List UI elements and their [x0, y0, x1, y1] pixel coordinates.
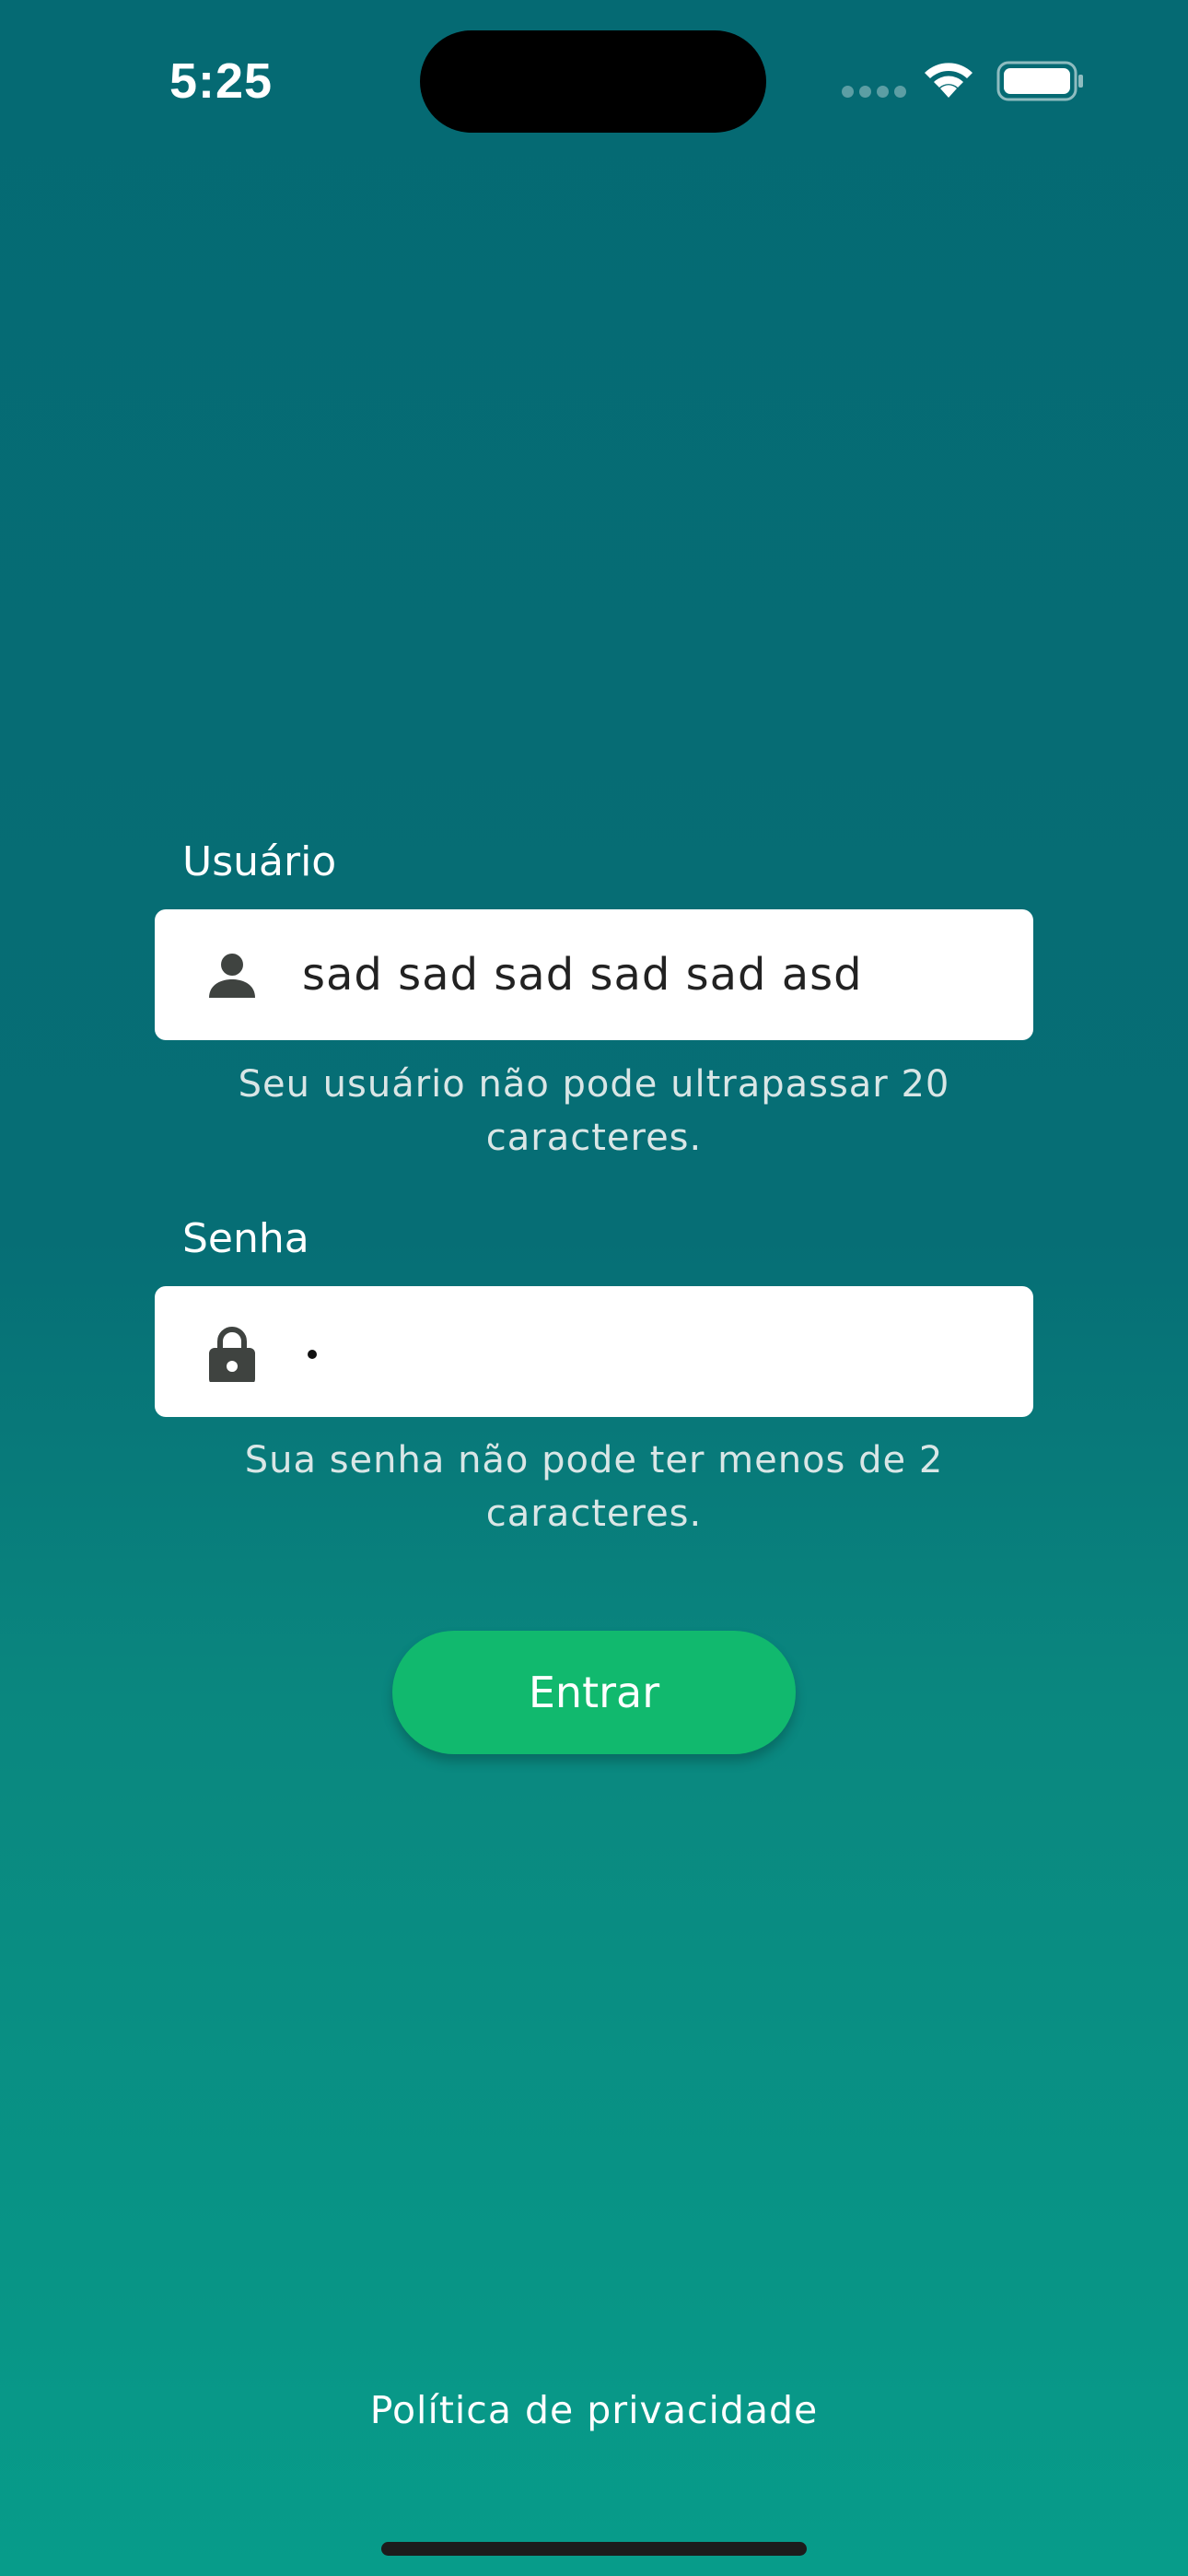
privacy-policy-link[interactable]: Política de privacidade: [0, 2383, 1188, 2438]
username-label: Usuário: [182, 838, 337, 885]
login-button[interactable]: Entrar: [392, 1631, 796, 1754]
password-label: Senha: [182, 1215, 309, 1262]
password-error: Sua senha não pode ter menos de 2 caract…: [244, 1439, 944, 1535]
username-value: sad sad sad sad sad asd: [302, 949, 863, 1001]
cellular-signal-icon: [842, 86, 906, 99]
lock-icon: [209, 1327, 255, 1382]
status-bar: 5:25: [0, 0, 1188, 157]
password-field[interactable]: [155, 1286, 1033, 1417]
battery-icon: [996, 61, 1083, 101]
home-indicator: [381, 2542, 807, 2556]
username-field[interactable]: sad sad sad sad sad asd: [155, 909, 1033, 1040]
dynamic-island: [420, 30, 766, 133]
password-dot: [308, 1350, 317, 1359]
person-icon: [209, 954, 255, 998]
username-error: Seu usuário não pode ultrapassar 20 cara…: [238, 1063, 950, 1159]
password-value: [308, 1286, 317, 1417]
status-time: 5:25: [169, 53, 274, 109]
wifi-icon: [925, 63, 973, 98]
